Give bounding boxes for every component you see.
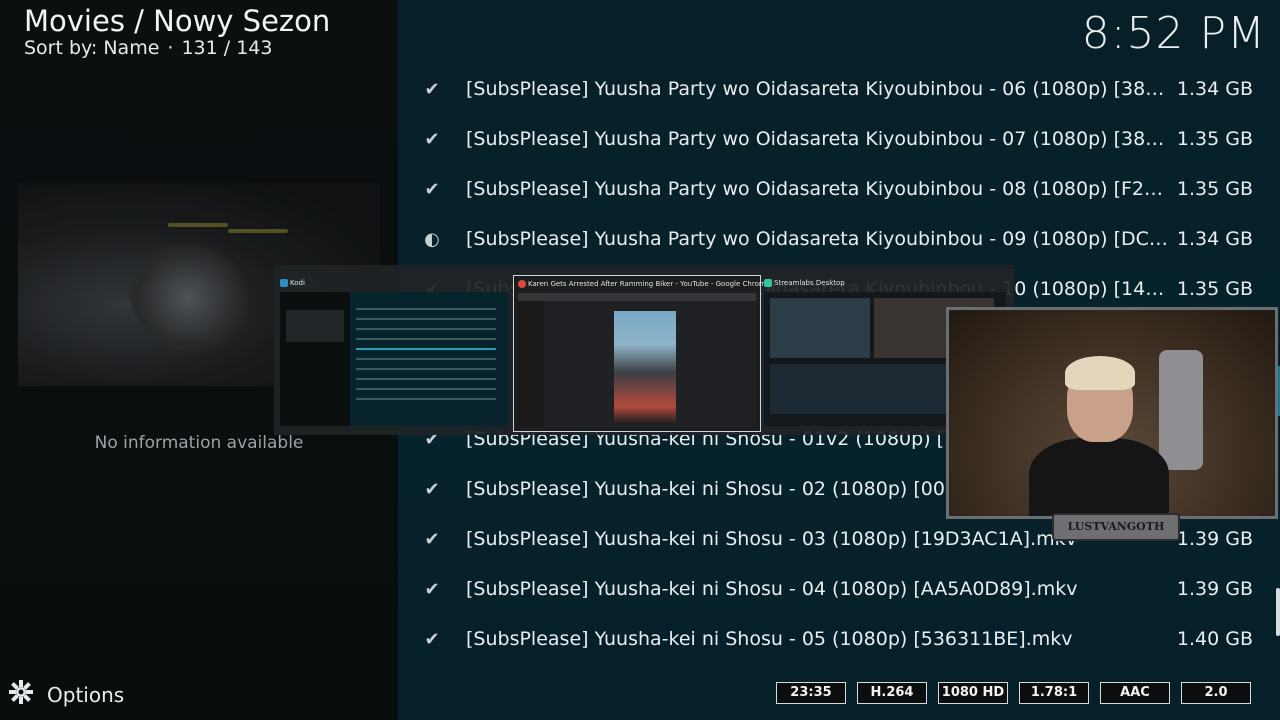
person-body [1029, 438, 1169, 516]
list-item-name: [SubsPlease] Yuusha Party wo Oidasareta … [466, 178, 1171, 200]
thumb-toolbar [518, 293, 756, 301]
resolution-badge: 1080 HD [938, 682, 1008, 704]
webcam-name-badge: LUSTVANGOTH [1052, 513, 1180, 541]
check-icon: ✔ [424, 479, 440, 500]
thumb-panel [770, 298, 870, 358]
thumb-poster [286, 310, 344, 342]
item-count: 131 / 143 [181, 37, 273, 59]
list-item[interactable]: ✔ [SubsPlease] Yuusha Party wo Oidasaret… [398, 66, 1280, 116]
streamlabs-icon [764, 279, 772, 287]
window-title: Streamlabs Desktop [774, 279, 845, 287]
aspect-badge: 1.78:1 [1019, 682, 1089, 704]
check-icon: ✔ [424, 629, 440, 650]
check-icon: ✔ [424, 529, 440, 550]
check-icon: ✔ [424, 79, 440, 100]
scrollbar[interactable] [1276, 588, 1280, 636]
thumb-row [356, 308, 496, 310]
separator-dot: · [167, 37, 174, 59]
list-item-name: [SubsPlease] Yuusha-kei ni Shosu - 05 (1… [466, 628, 1073, 650]
list-item-size: 1.39 GB [1176, 528, 1253, 550]
kodi-icon [280, 279, 288, 287]
chrome-icon [518, 280, 526, 288]
list-item-name: [SubsPlease] Yuusha Party wo Oidasareta … [466, 78, 1171, 100]
thumb-row [356, 388, 496, 390]
list-item[interactable]: ✔ [SubsPlease] Yuusha Party wo Oidasaret… [398, 116, 1280, 166]
list-item-size: 1.40 GB [1176, 628, 1253, 650]
list-item-name: [SubsPlease] Yuusha Party wo Oidasareta … [466, 228, 1171, 250]
list-item[interactable]: ✔ [SubsPlease] Yuusha-kei ni Shosu - 04 … [398, 566, 1280, 616]
shoe-shape [128, 243, 248, 353]
webcam-overlay [946, 307, 1278, 519]
thumb-row [356, 398, 496, 400]
lace-shape [168, 223, 228, 227]
thumb-row [356, 368, 496, 370]
task-window-chrome[interactable]: Karen Gets Arrested After Ramming Biker … [513, 275, 770, 432]
list-item-name: [SubsPlease] Yuusha Party wo Oidasareta … [466, 128, 1171, 150]
list-item-size: 1.35 GB [1176, 178, 1253, 200]
check-icon: ✔ [424, 129, 440, 150]
thumb-row [356, 338, 496, 340]
media-flags: 23:35 H.264 1080 HD 1.78:1 AAC 2.0 [776, 682, 1251, 704]
check-icon: ✔ [424, 179, 440, 200]
gear-icon [8, 679, 38, 711]
person-hair [1065, 356, 1135, 390]
task-switcher: Kodi Karen Gets Arrested After Ramming B… [274, 265, 1014, 435]
list-item-name: [SubsPlease] Yuusha-kei ni Shosu - 04 (1… [466, 578, 1078, 600]
list-item[interactable]: ✔ [SubsPlease] Yuusha Party wo Oidasaret… [398, 166, 1280, 216]
window-thumbnail [518, 293, 756, 427]
list-item-size: 1.34 GB [1176, 78, 1253, 100]
window-thumbnail [280, 292, 508, 426]
options-button[interactable]: Options [8, 679, 125, 711]
window-title: Kodi [290, 279, 305, 287]
thumb-video [614, 311, 676, 423]
check-icon: ✔ [424, 579, 440, 600]
task-window-kodi[interactable]: Kodi [276, 275, 512, 430]
duration-badge: 23:35 [776, 682, 846, 704]
thumb-row [356, 318, 496, 320]
list-item-size: 1.35 GB [1176, 128, 1253, 150]
codec-badge: H.264 [857, 682, 927, 704]
thumb-row [356, 348, 496, 350]
lace-shape [228, 229, 288, 233]
thumb-sidebar [518, 301, 544, 427]
list-item[interactable]: ✔ [SubsPlease] Yuusha-kei ni Shosu - 05 … [398, 616, 1280, 666]
options-label: Options [47, 683, 125, 707]
no-info-text: No information available [94, 433, 304, 453]
clock: 8:52 PM [1081, 8, 1266, 59]
audio-codec-badge: AAC [1100, 682, 1170, 704]
sort-info: Sort by: Name · 131 / 143 [24, 37, 272, 59]
list-item-size: 1.34 GB [1176, 228, 1253, 250]
thumb-row [356, 358, 496, 360]
thumb-row [356, 378, 496, 380]
list-item-size: 1.35 GB [1176, 278, 1253, 300]
audio-channels-badge: 2.0 [1181, 682, 1251, 704]
window-title: Karen Gets Arrested After Ramming Biker … [528, 280, 770, 288]
list-item-size: 1.39 GB [1176, 578, 1253, 600]
sort-label[interactable]: Sort by: Name [24, 37, 159, 59]
page-title: Movies / Nowy Sezon [24, 4, 331, 38]
half-watched-icon: ◐ [424, 229, 440, 250]
list-item[interactable]: ◐ [SubsPlease] Yuusha Party wo Oidasaret… [398, 216, 1280, 266]
thumb-row [356, 328, 496, 330]
chair-shape [1159, 350, 1203, 470]
